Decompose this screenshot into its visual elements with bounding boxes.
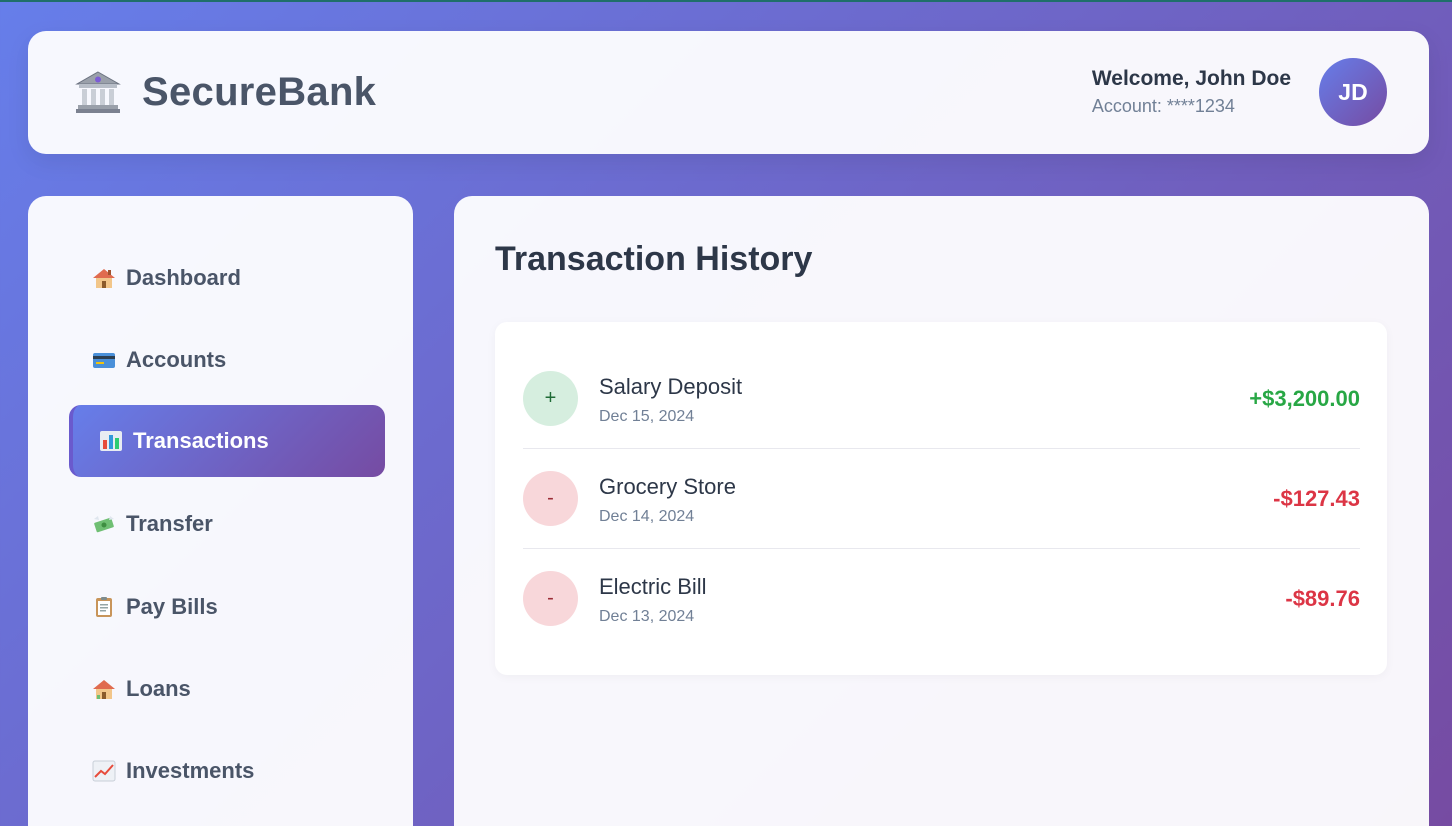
transaction-amount: +$3,200.00: [1249, 386, 1360, 411]
sidebar-item-label: Transfer: [126, 511, 213, 536]
transaction-name: Electric Bill: [599, 574, 707, 599]
account-number: Account: ****1234: [1091, 96, 1235, 116]
sidebar-item-label: Investments: [126, 758, 255, 783]
house-icon: [92, 678, 116, 700]
transaction-name: Grocery Store: [599, 474, 736, 499]
debit-indicator-icon: -: [523, 471, 578, 526]
sidebar-item-investments[interactable]: Investments: [69, 735, 385, 807]
clipboard-icon: [92, 596, 116, 618]
transaction-date: Dec 15, 2024: [599, 408, 695, 425]
page-title: Transaction History: [495, 240, 813, 278]
bar-chart-icon: [99, 430, 123, 452]
credit-card-icon: [92, 349, 116, 371]
credit-indicator-icon: +: [523, 371, 578, 426]
transaction-amount: -$127.43: [1273, 486, 1360, 511]
transaction-date: Dec 13, 2024: [599, 608, 695, 625]
sidebar-item-label: Loans: [126, 676, 191, 701]
house-icon: [92, 267, 116, 289]
sidebar-item-label: Dashboard: [126, 265, 241, 290]
sidebar-item-label: Accounts: [126, 347, 227, 372]
transaction-list: + Salary Deposit Dec 15, 2024 +$3,200.00…: [495, 322, 1387, 675]
avatar[interactable]: JD: [1319, 58, 1387, 126]
sidebar-item-label: Pay Bills: [126, 594, 218, 619]
sidebar-item-pay-bills[interactable]: Pay Bills: [69, 571, 385, 643]
transaction-name: Salary Deposit: [599, 374, 743, 399]
user-info: Welcome, John Doe Account: ****1234: [1092, 67, 1291, 117]
bank-icon: [74, 69, 122, 115]
brand-logo[interactable]: SecureBank: [74, 69, 376, 115]
transaction-row[interactable]: + Salary Deposit Dec 15, 2024 +$3,200.00: [523, 349, 1360, 449]
sidebar: Dashboard Accounts Transactions Transfer…: [28, 196, 413, 826]
transaction-row[interactable]: - Grocery Store Dec 14, 2024 -$127.43: [523, 449, 1360, 549]
transaction-date: Dec 14, 2024: [599, 508, 695, 525]
sidebar-item-dashboard[interactable]: Dashboard: [69, 242, 385, 314]
brand-name: SecureBank: [142, 69, 377, 114]
debit-indicator-icon: -: [523, 571, 578, 626]
sidebar-item-loans[interactable]: Loans: [69, 653, 385, 725]
money-wings-icon: [92, 513, 116, 535]
sidebar-item-transfer[interactable]: Transfer: [69, 488, 385, 560]
transaction-amount: -$89.76: [1285, 586, 1360, 611]
sidebar-item-accounts[interactable]: Accounts: [69, 324, 385, 396]
main-content: Transaction History + Salary Deposit Dec…: [454, 196, 1429, 826]
chart-increasing-icon: [92, 760, 116, 782]
top-accent-line: [0, 0, 1452, 2]
app-header: SecureBank Welcome, John Doe Account: **…: [28, 31, 1429, 154]
welcome-text: Welcome, John Doe: [1091, 67, 1291, 90]
transaction-row[interactable]: - Electric Bill Dec 13, 2024 -$89.76: [523, 549, 1360, 649]
sidebar-item-label: Transactions: [133, 428, 269, 453]
sidebar-item-transactions[interactable]: Transactions: [69, 405, 385, 477]
